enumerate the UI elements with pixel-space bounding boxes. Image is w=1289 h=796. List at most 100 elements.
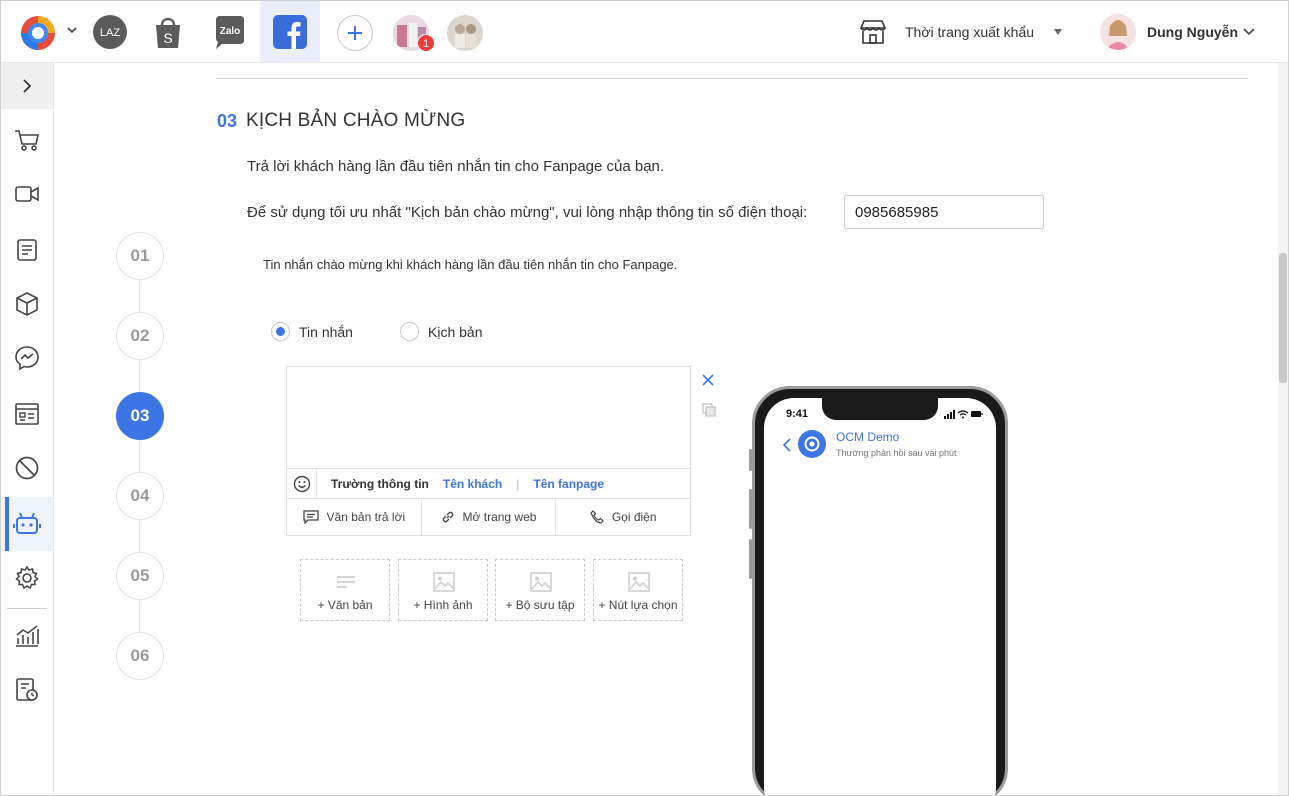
page-avatar-2[interactable] [447, 15, 483, 51]
sidebar [1, 63, 54, 795]
phone-button [749, 539, 752, 579]
bot-icon [13, 512, 41, 534]
signal-wifi-battery-icon [944, 410, 983, 419]
radio-label: Kịch bản [428, 323, 483, 340]
step-06[interactable]: 06 [116, 632, 164, 680]
emoji-button[interactable] [287, 468, 317, 499]
cart-icon [15, 130, 39, 151]
sidebar-item-orders[interactable] [1, 113, 53, 167]
step-03[interactable]: 03 [116, 392, 164, 440]
scrollbar[interactable] [1278, 63, 1288, 795]
svg-text:LAZ: LAZ [100, 27, 120, 39]
chat-page-status: Thường phản hồi sau vài phút [836, 448, 957, 458]
phone-button [749, 489, 752, 529]
sidebar-item-blocked[interactable] [1, 441, 53, 495]
facebook-icon [273, 15, 307, 49]
button-label: Mở trang web [462, 510, 537, 524]
editor-toolbar: Trường thông tin Tên khách | Tên fanpage [287, 468, 690, 499]
reply-text-button[interactable]: Văn bản trả lời [287, 499, 422, 535]
facebook-tab[interactable] [260, 1, 320, 62]
notification-badge: 1 [417, 34, 435, 52]
add-block-label: + Nút lựa chọn [598, 598, 678, 612]
scrollbar-thumb[interactable] [1279, 253, 1287, 383]
phone-notch [822, 398, 938, 420]
chart-icon [16, 625, 39, 647]
status-time: 9:41 [786, 408, 809, 420]
chevron-down-icon[interactable] [65, 23, 79, 37]
zalo-icon[interactable]: Zalo [212, 14, 248, 50]
sidebar-toggle-button[interactable] [1, 63, 53, 109]
message-textarea[interactable] [287, 367, 690, 468]
step-02[interactable]: 02 [116, 312, 164, 360]
sidebar-item-reports[interactable] [1, 609, 53, 663]
image-icon [628, 572, 650, 592]
sidebar-item-customers[interactable] [1, 387, 53, 441]
step-04[interactable]: 04 [116, 472, 164, 520]
smile-icon [293, 475, 310, 492]
tag-separator: | [516, 476, 520, 491]
svg-text:Zalo: Zalo [220, 26, 241, 37]
message-editor: Trường thông tin Tên khách | Tên fanpage… [286, 366, 691, 536]
tag-customer-name[interactable]: Tên khách [443, 477, 502, 491]
close-icon[interactable] [701, 373, 715, 387]
plus-icon [348, 26, 362, 40]
radio-dot[interactable] [271, 322, 290, 341]
welcome-message-description: Tin nhắn chào mừng khi khách hàng lần đầ… [263, 257, 678, 272]
add-gallery-block[interactable]: + Bộ sưu tập [495, 559, 585, 621]
caret-down-icon[interactable] [1053, 28, 1063, 36]
radio-script[interactable]: Kịch bản [400, 322, 482, 341]
add-channel-button[interactable] [337, 15, 373, 51]
sidebar-item-history[interactable] [1, 663, 53, 717]
radio-dot[interactable] [400, 322, 419, 341]
copy-icon[interactable] [702, 403, 716, 417]
app-logo[interactable] [17, 13, 61, 53]
sidebar-item-products[interactable] [1, 277, 53, 331]
lazada-icon[interactable]: LAZ [92, 14, 128, 50]
phone-icon [590, 510, 604, 524]
add-image-block[interactable]: + Hình ảnh [398, 559, 488, 621]
section-title: KỊCH BẢN CHÀO MỪNG [246, 110, 466, 131]
shopee-icon[interactable]: S [150, 14, 186, 50]
step-01[interactable]: 01 [116, 232, 164, 280]
add-text-block[interactable]: + Văn bản [300, 559, 390, 621]
add-block-label: + Hình ảnh [413, 598, 473, 612]
add-block-label: + Bộ sưu tập [505, 598, 575, 612]
user-name[interactable]: Dung Nguyễn [1147, 24, 1238, 40]
call-button[interactable]: Gọi điện [556, 499, 690, 535]
main-content: 03 KỊCH BẢN CHÀO MỪNG Trả lời khách hàng… [55, 63, 1279, 795]
sidebar-item-bot[interactable] [1, 497, 53, 551]
phone-preview: 9:41 OCM Demo Thường phản hồi sau vài ph… [749, 386, 1008, 795]
chevron-right-icon [23, 79, 32, 93]
sidebar-item-messages[interactable] [1, 331, 53, 385]
avatar[interactable] [1100, 14, 1136, 50]
link-icon [442, 511, 453, 523]
phone-button [749, 449, 752, 471]
chevron-left-icon [782, 438, 791, 452]
message-icon [302, 510, 319, 524]
document-icon [17, 239, 37, 261]
shop-selector[interactable]: Thời trang xuất khẩu [905, 24, 1034, 40]
gear-icon [15, 565, 39, 590]
chevron-down-icon[interactable] [1243, 27, 1255, 37]
box-icon [16, 292, 38, 316]
chat-page-name: OCM Demo [836, 430, 900, 444]
add-quick-reply-block[interactable]: + Nút lựa chọn [593, 559, 683, 621]
block-icon [15, 456, 39, 480]
phone-field[interactable] [844, 195, 1044, 229]
sidebar-item-settings[interactable] [1, 551, 53, 605]
divider [217, 78, 1247, 79]
app-window: LAZ S Zalo 1 Thời trang xuất khẩu Dung N… [0, 0, 1289, 796]
radio-message[interactable]: Tin nhắn [271, 322, 353, 341]
step-connector [139, 361, 140, 392]
editor-actions: Văn bản trả lời Mở trang web Gọi điện [287, 499, 690, 535]
section-description: Trả lời khách hàng lần đầu tiên nhắn tin… [247, 158, 665, 175]
store-icon [859, 20, 887, 44]
report-clock-icon [16, 678, 38, 701]
sidebar-item-posts[interactable] [1, 223, 53, 277]
tag-fanpage-name[interactable]: Tên fanpage [533, 477, 604, 491]
sidebar-item-live[interactable] [1, 167, 53, 221]
open-web-button[interactable]: Mở trang web [422, 499, 557, 535]
image-icon [433, 572, 455, 592]
step-05[interactable]: 05 [116, 552, 164, 600]
messenger-icon [15, 346, 39, 371]
